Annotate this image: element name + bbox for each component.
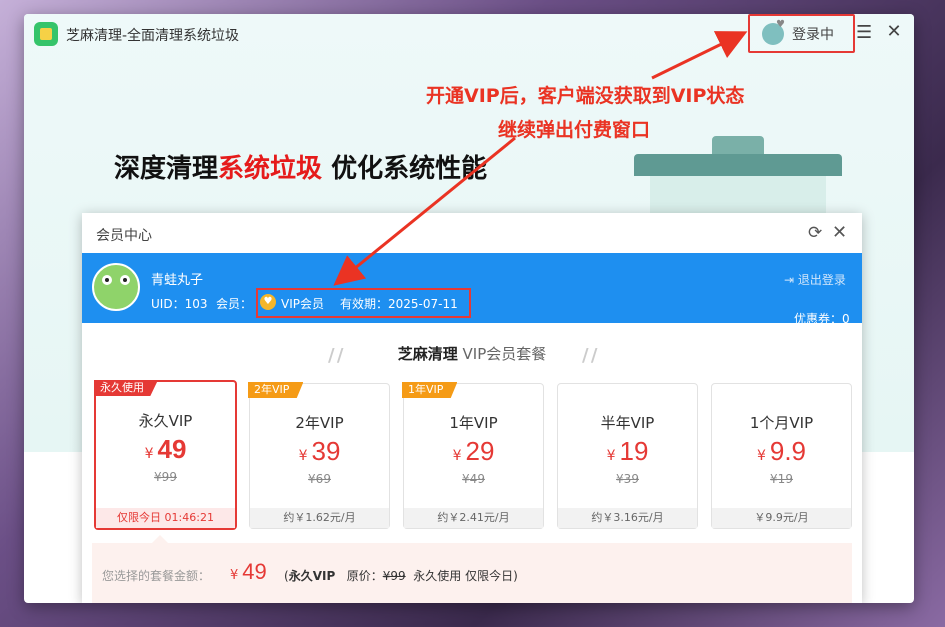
summary-note: 永久使用 仅限今日) [413, 569, 518, 583]
plan-name: 1个月VIP [749, 414, 814, 432]
headline-part-2: 系统垃圾 [218, 154, 323, 184]
user-uid: UID：103 [151, 297, 208, 311]
frog-avatar [92, 263, 140, 311]
plans-section-brand: 芝麻清理 [397, 345, 458, 363]
headline-part-3: 优化系统性能 [322, 154, 488, 184]
plan-cards: 永久使用 永久VIP ¥49 ¥99 仅限今日 01:46:21 2年VIP 2… [94, 380, 854, 530]
vip-expiry-date: 有效期：2025-07-11 [340, 297, 458, 311]
logout-icon: ⇥ [784, 273, 795, 287]
dialog-title: 会员中心 [96, 228, 152, 244]
plan-card-lifetime[interactable]: 永久使用 永久VIP ¥49 ¥99 仅限今日 01:46:21 [94, 380, 237, 530]
plan-card-2year[interactable]: 2年VIP 2年VIP ¥39 ¥69 约￥1.62元/月 [248, 382, 390, 529]
member-info-header: 青蛙丸子 UID：103 会员： ♥ VIP会员 有效期：2025-07-11 … [82, 253, 862, 326]
plan-currency: ¥ [298, 448, 308, 464]
plans-section-title: 芝麻清理 VIP会员套餐 [82, 343, 862, 364]
plan-price: ¥39 [250, 436, 389, 467]
plan-price-value: 49 [157, 434, 187, 464]
summary-price-value: 49 [242, 559, 267, 584]
plan-name: 半年VIP [600, 414, 655, 432]
plan-tag: 1年VIP [402, 382, 458, 398]
selected-plan-pointer [152, 535, 168, 543]
plan-footer: ￥9.9元/月 [712, 508, 851, 528]
plan-footer: 仅限今日 01:46:21 [96, 508, 235, 528]
plan-original-price: ¥19 [770, 472, 793, 486]
summary-price: ¥49 [230, 559, 267, 585]
logout-link[interactable]: ⇥ 退出登录 [784, 271, 846, 288]
dialog-titlebar: 会员中心 ⟳ ✕ [82, 213, 862, 253]
plan-tag: 2年VIP [248, 382, 304, 398]
logout-label: 退出登录 [797, 273, 846, 287]
order-summary: 您选择的套餐金额： ¥49 (永久VIP 原价：¥99 永久使用 仅限今日) [92, 543, 852, 603]
plan-original-price: ¥99 [154, 470, 177, 484]
vip-badge-icon: ♥ [260, 294, 276, 310]
summary-orig-price: ¥99 [382, 569, 406, 583]
username: 青蛙丸子 [151, 273, 204, 288]
plan-price: ¥9.9 [712, 436, 851, 467]
trash-can-lid-illustration [634, 154, 842, 176]
plan-original-price: ¥39 [616, 472, 639, 486]
plan-footer: 约￥2.41元/月 [404, 508, 543, 528]
summary-currency: ¥ [230, 568, 239, 583]
annotation-line-2: 继续弹出付费窗口 [498, 119, 651, 141]
plans-section-suffix: VIP会员套餐 [457, 345, 547, 363]
plan-card-1year[interactable]: 1年VIP 1年VIP ¥29 ¥49 约￥2.41元/月 [402, 382, 544, 529]
plan-tag: 永久使用 [94, 380, 158, 396]
plan-price-value: 29 [465, 436, 495, 466]
plan-footer: 约￥3.16元/月 [558, 508, 697, 528]
refresh-icon[interactable]: ⟳ [808, 223, 822, 243]
plan-footer: 约￥1.62元/月 [250, 508, 389, 528]
annotation-line-1: 开通VIP后，客户端没获取到VIP状态 [426, 85, 745, 107]
plan-original-price: ¥49 [462, 472, 485, 486]
plan-currency: ¥ [144, 446, 154, 462]
member-label: 会员： [216, 297, 253, 311]
plan-name: 1年VIP [449, 414, 498, 432]
plan-price-value: 39 [311, 436, 341, 466]
user-avatar-icon[interactable] [762, 19, 785, 45]
plan-name: 永久VIP [138, 412, 193, 430]
plan-name: 2年VIP [295, 414, 344, 432]
coupon-count: 优惠券：0 [794, 312, 850, 326]
summary-orig-label: 原价： [346, 569, 383, 583]
titlebar: 芝麻清理-全面清理系统垃圾 登录中 ☰ ✕ [24, 14, 914, 54]
plan-price: ¥29 [404, 436, 543, 467]
member-center-dialog: 会员中心 ⟳ ✕ 青蛙丸子 UID：103 会员： ♥ VIP会员 有效期：20… [82, 213, 862, 603]
login-button[interactable]: 登录中 [792, 24, 834, 44]
headline-part-1: 深度清理 [114, 154, 219, 184]
plan-card-1month[interactable]: 1个月VIP ¥9.9 ¥19 ￥9.9元/月 [711, 383, 852, 529]
summary-label: 您选择的套餐金额： [102, 569, 211, 583]
plan-card-halfyear[interactable]: 半年VIP ¥19 ¥39 约￥3.16元/月 [557, 383, 698, 529]
app-window: 芝麻清理-全面清理系统垃圾 登录中 ☰ ✕ 开通VIP后，客户端没获取到VIP状… [24, 14, 914, 603]
headline: 深度清理系统垃圾 优化系统性能 [114, 148, 487, 185]
dialog-close-icon[interactable]: ✕ [832, 222, 847, 243]
plan-price-value: 19 [619, 436, 649, 466]
menu-icon[interactable]: ☰ [856, 24, 872, 42]
plan-currency: ¥ [756, 448, 766, 464]
summary-detail: (永久VIP 原价：¥99 永久使用 仅限今日) [284, 569, 518, 583]
plan-currency: ¥ [452, 448, 462, 464]
vip-status: VIP会员 [281, 297, 324, 311]
close-icon[interactable]: ✕ [886, 23, 902, 41]
app-title: 芝麻清理-全面清理系统垃圾 [66, 28, 240, 44]
plan-original-price: ¥69 [308, 472, 331, 486]
trash-can-handle-illustration [712, 136, 764, 156]
plan-price: ¥19 [558, 436, 697, 467]
summary-plan: 永久VIP [288, 569, 336, 583]
plan-price: ¥49 [96, 434, 235, 465]
plan-currency: ¥ [606, 448, 616, 464]
plan-price-value: 9.9 [769, 436, 807, 466]
app-logo-icon [34, 22, 58, 46]
